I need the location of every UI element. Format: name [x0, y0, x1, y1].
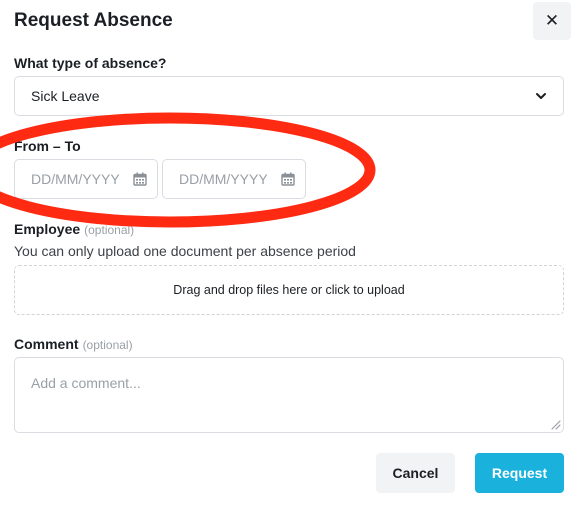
chevron-down-icon — [536, 93, 546, 99]
employee-document-label: Employee (optional) — [14, 221, 134, 237]
comment-label: Comment (optional) — [14, 336, 133, 352]
calendar-icon — [133, 172, 147, 186]
from-date-field[interactable]: DD/MM/YYYY — [14, 159, 158, 199]
to-date-field[interactable]: DD/MM/YYYY — [162, 159, 306, 199]
dropzone-text: Drag and drop files here or click to upl… — [173, 283, 405, 297]
file-dropzone[interactable]: Drag and drop files here or click to upl… — [14, 265, 564, 315]
dialog-title: Request Absence — [14, 10, 173, 31]
upload-helper-text: You can only upload one document per abs… — [14, 243, 356, 259]
date-range-label: From – To — [14, 138, 81, 154]
absence-type-label: What type of absence? — [14, 55, 167, 71]
absence-type-select[interactable]: Sick Leave — [14, 76, 564, 116]
cancel-button[interactable]: Cancel — [376, 453, 455, 493]
close-icon: ✕ — [544, 11, 560, 30]
employee-document-label-text: Employee — [14, 221, 81, 237]
absence-type-value: Sick Leave — [31, 88, 100, 104]
close-button[interactable]: ✕ — [533, 2, 571, 40]
to-date-placeholder: DD/MM/YYYY — [179, 171, 268, 187]
resize-grip-icon[interactable] — [549, 418, 561, 430]
optional-tag: (optional) — [82, 338, 133, 352]
calendar-icon — [281, 172, 295, 186]
comment-textarea[interactable] — [14, 357, 564, 433]
comment-label-text: Comment — [14, 336, 79, 352]
request-button[interactable]: Request — [475, 453, 564, 493]
request-absence-dialog: Request Absence ✕ What type of absence? … — [0, 0, 586, 505]
optional-tag: (optional) — [84, 223, 135, 237]
from-date-placeholder: DD/MM/YYYY — [31, 171, 120, 187]
